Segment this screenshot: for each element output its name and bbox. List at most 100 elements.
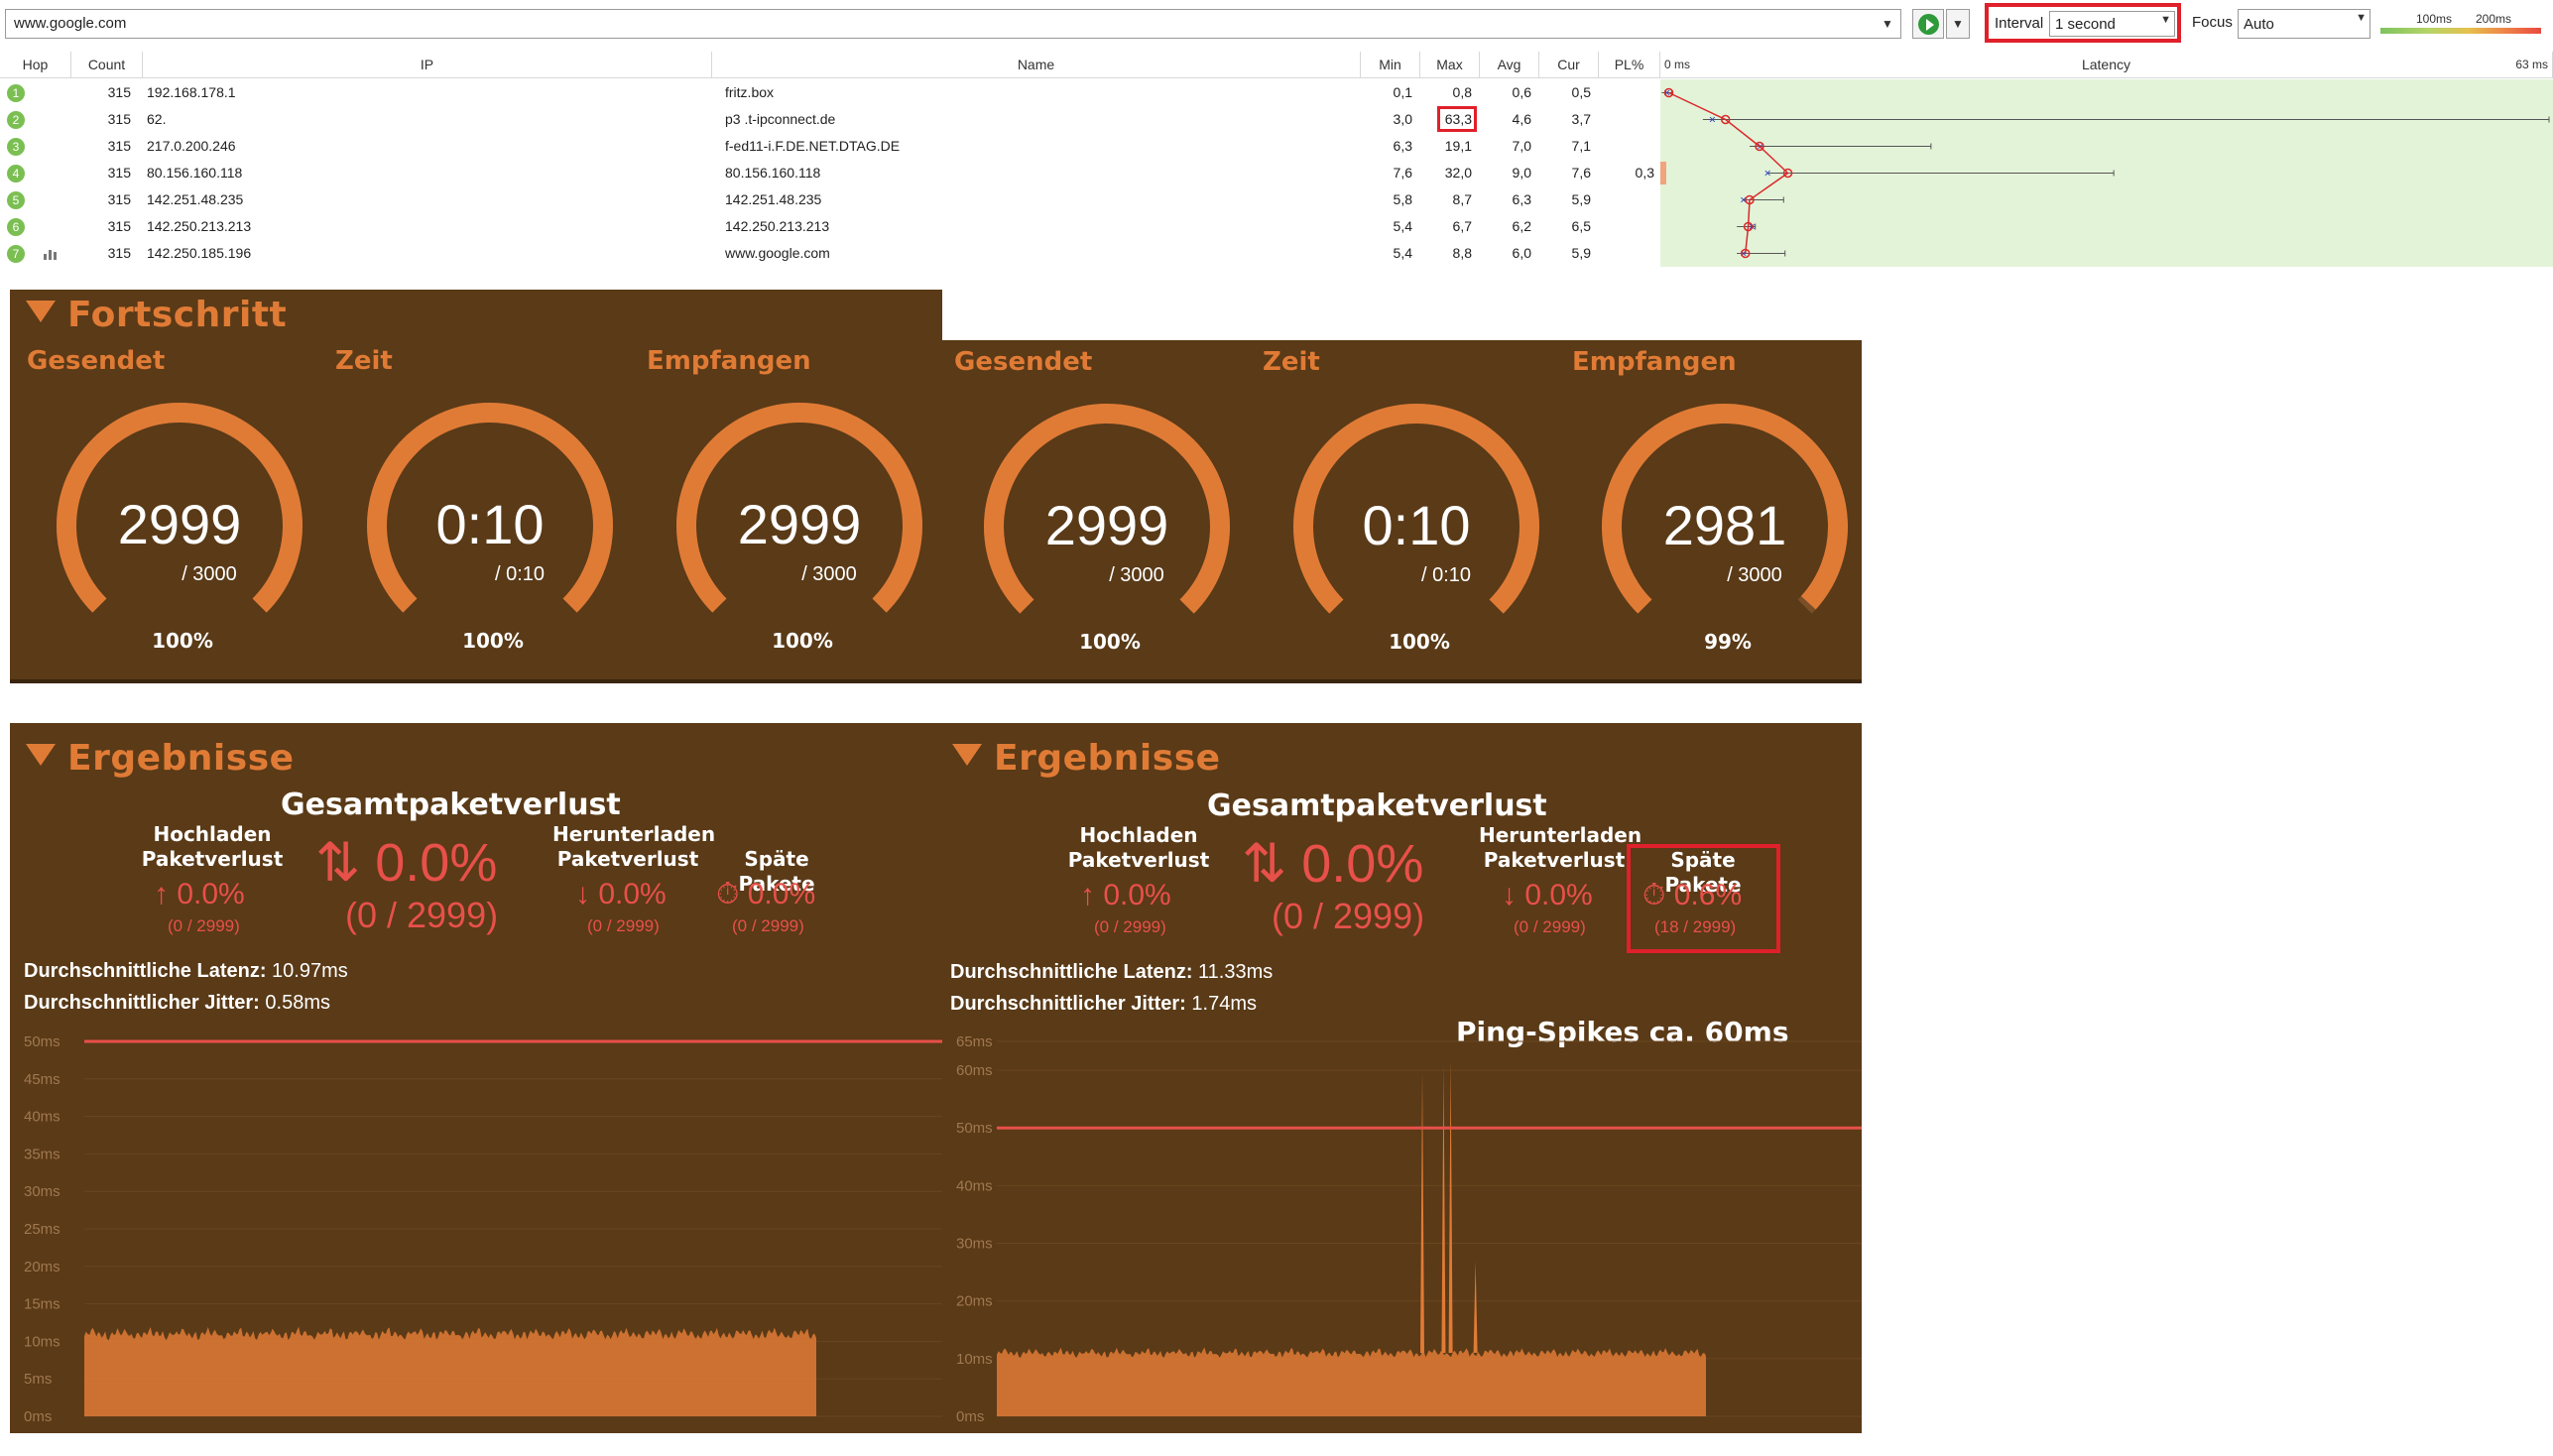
chart-y-tick: 20ms	[24, 1259, 61, 1275]
gauge-value: 2999	[1044, 494, 1169, 556]
gauge-total: / 3000	[182, 563, 237, 585]
upload-loss-value: ↑ 0.0%	[154, 878, 245, 910]
gauge-total: / 0:10	[494, 563, 546, 585]
gauge-percent: 100%	[772, 629, 833, 653]
late-packets-value: ⏱ 0.0%	[716, 878, 816, 910]
gauge-percent: 99%	[1704, 630, 1752, 654]
gauge-percent: 100%	[462, 629, 524, 653]
results-title[interactable]: Ergebnisse	[26, 738, 295, 779]
interval-highlight-box: Interval 1 second ▼	[1985, 3, 2181, 43]
latency-header-label: Latency	[2081, 57, 2131, 72]
chart-y-tick: 45ms	[24, 1071, 61, 1088]
total-loss-count: (0 / 2999)	[1272, 896, 1425, 936]
gauge-percent: 100%	[152, 629, 213, 653]
avg-jitter: Durchschnittlicher Jitter: 0.58ms	[24, 992, 330, 1015]
gauge-total: / 0:10	[1420, 564, 1472, 586]
latency-spike	[1420, 1070, 1424, 1354]
chart-y-tick: 10ms	[956, 1351, 993, 1368]
total-loss-title: Gesamtpaketverlust	[281, 788, 621, 822]
gauge-percent: 100%	[1389, 630, 1450, 654]
upload-loss-count: (0 / 2999)	[1094, 917, 1166, 936]
chart-y-tick: 0ms	[24, 1408, 52, 1425]
latency-spike	[1441, 1064, 1446, 1354]
avg-latency-label: Durchschnittliche Latenz:	[24, 960, 267, 982]
latency-color-scale: 100ms 200ms	[2380, 8, 2541, 38]
gauge-value: 0:10	[1362, 494, 1471, 556]
avg-latency-label: Durchschnittliche Latenz:	[950, 961, 1193, 983]
avg-jitter-value: 1.74ms	[1191, 993, 1257, 1015]
latency-scale-max: 63 ms	[2515, 58, 2548, 71]
chart-y-tick: 50ms	[956, 1120, 993, 1137]
latency-chart-right: 0ms 10ms 20ms 30ms 40ms 50ms 60ms 65ms	[956, 1033, 1862, 1425]
gauge-value: 2999	[737, 493, 862, 555]
upload-loss-label: Hochladen Paketverlust	[1067, 823, 1210, 872]
focus-select[interactable]: Auto ▼	[2238, 9, 2371, 39]
chart-y-tick: 20ms	[956, 1293, 993, 1310]
avg-latency: Durchschnittliche Latenz: 11.33ms	[950, 961, 1273, 984]
collapse-triangle-icon	[952, 744, 982, 766]
chart-y-tick: 15ms	[24, 1296, 61, 1313]
chart-y-tick: 60ms	[956, 1062, 993, 1079]
avg-jitter: Durchschnittlicher Jitter: 1.74ms	[950, 993, 1257, 1016]
upload-loss-label: Hochladen Paketverlust	[141, 822, 284, 871]
play-triangle-icon	[1926, 19, 1934, 31]
late-packets-count: (18 / 2999)	[1654, 917, 1737, 936]
download-loss-count: (0 / 2999)	[1514, 917, 1586, 936]
latency-area	[997, 1347, 1706, 1416]
chart-y-tick: 0ms	[956, 1408, 984, 1425]
chart-y-tick: 30ms	[956, 1236, 993, 1253]
gauge-total: / 3000	[1109, 564, 1164, 586]
chart-y-tick: 30ms	[24, 1183, 61, 1200]
avg-latency-value: 10.97ms	[272, 960, 348, 982]
total-loss-count: (0 / 2999)	[345, 895, 499, 935]
latency-spike	[1448, 1058, 1453, 1354]
chart-y-tick: 5ms	[24, 1371, 52, 1388]
avg-jitter-value: 0.58ms	[265, 992, 330, 1014]
gauge-value: 0:10	[435, 493, 545, 555]
upload-loss-value: ↑ 0.0%	[1080, 879, 1171, 911]
chevron-down-icon[interactable]: ▼	[1877, 12, 1898, 36]
chart-y-tick: 50ms	[24, 1033, 61, 1050]
total-loss-title: Gesamtpaketverlust	[1207, 789, 1547, 823]
late-packets-value: ⏱ 0.6%	[1642, 879, 1743, 911]
download-loss-count: (0 / 2999)	[587, 916, 660, 935]
results-title[interactable]: Ergebnisse	[952, 738, 1221, 779]
interval-value: 1 second	[2055, 16, 2116, 33]
focus-value: Auto	[2244, 16, 2274, 33]
scale-label-200: 200ms	[2476, 12, 2512, 26]
start-options-dropdown[interactable]: ▼	[1946, 9, 1970, 39]
results-title-text: Ergebnisse	[994, 738, 1221, 779]
chart-y-tick: 35ms	[24, 1146, 61, 1162]
latency-area	[84, 1326, 816, 1416]
chart-y-tick: 40ms	[956, 1177, 993, 1194]
gauge-value: 2981	[1662, 494, 1787, 556]
results-title-text: Ergebnisse	[67, 738, 295, 779]
focus-label: Focus	[2192, 14, 2233, 31]
avg-jitter-label: Durchschnittlicher Jitter:	[950, 993, 1186, 1015]
start-trace-button[interactable]	[1912, 9, 1944, 39]
gauge-percent: 100%	[1079, 630, 1141, 654]
chart-y-tick: 65ms	[956, 1033, 993, 1050]
chart-y-tick: 25ms	[24, 1221, 61, 1238]
chevron-down-icon: ▼	[2356, 12, 2367, 24]
total-loss-value: ⇅ 0.0%	[1242, 834, 1424, 894]
gauge-total: / 3000	[801, 563, 857, 585]
latency-chart-left: 0ms 5ms 10ms 15ms 20ms 25ms 30ms 35ms 40ms 45ms 50…	[24, 1033, 942, 1425]
avg-latency-value: 11.33ms	[1198, 961, 1274, 983]
upload-loss-count: (0 / 2999)	[168, 916, 240, 935]
interval-select[interactable]: 1 second ▼	[2049, 11, 2175, 37]
download-loss-label: Herunterladen Paketverlust	[552, 822, 716, 871]
gauge-total: / 3000	[1727, 564, 1782, 586]
progress-gauges	[57, 403, 1848, 614]
total-loss-value: ⇅ 0.0%	[315, 833, 498, 893]
download-loss-value: ↓ 0.0%	[575, 878, 667, 910]
scale-label-100: 100ms	[2416, 12, 2453, 26]
gauge-value: 2999	[117, 493, 242, 555]
avg-jitter-label: Durchschnittlicher Jitter:	[24, 992, 260, 1014]
collapse-triangle-icon	[26, 744, 56, 766]
server-label: https://de.packetlosstest.com/ (Testserv…	[743, 681, 1592, 714]
download-loss-label: Herunterladen Paketverlust	[1479, 823, 1642, 872]
avg-latency: Durchschnittliche Latenz: 10.97ms	[24, 960, 348, 983]
chart-y-tick: 40ms	[24, 1109, 61, 1126]
late-packets-count: (0 / 2999)	[732, 916, 804, 935]
